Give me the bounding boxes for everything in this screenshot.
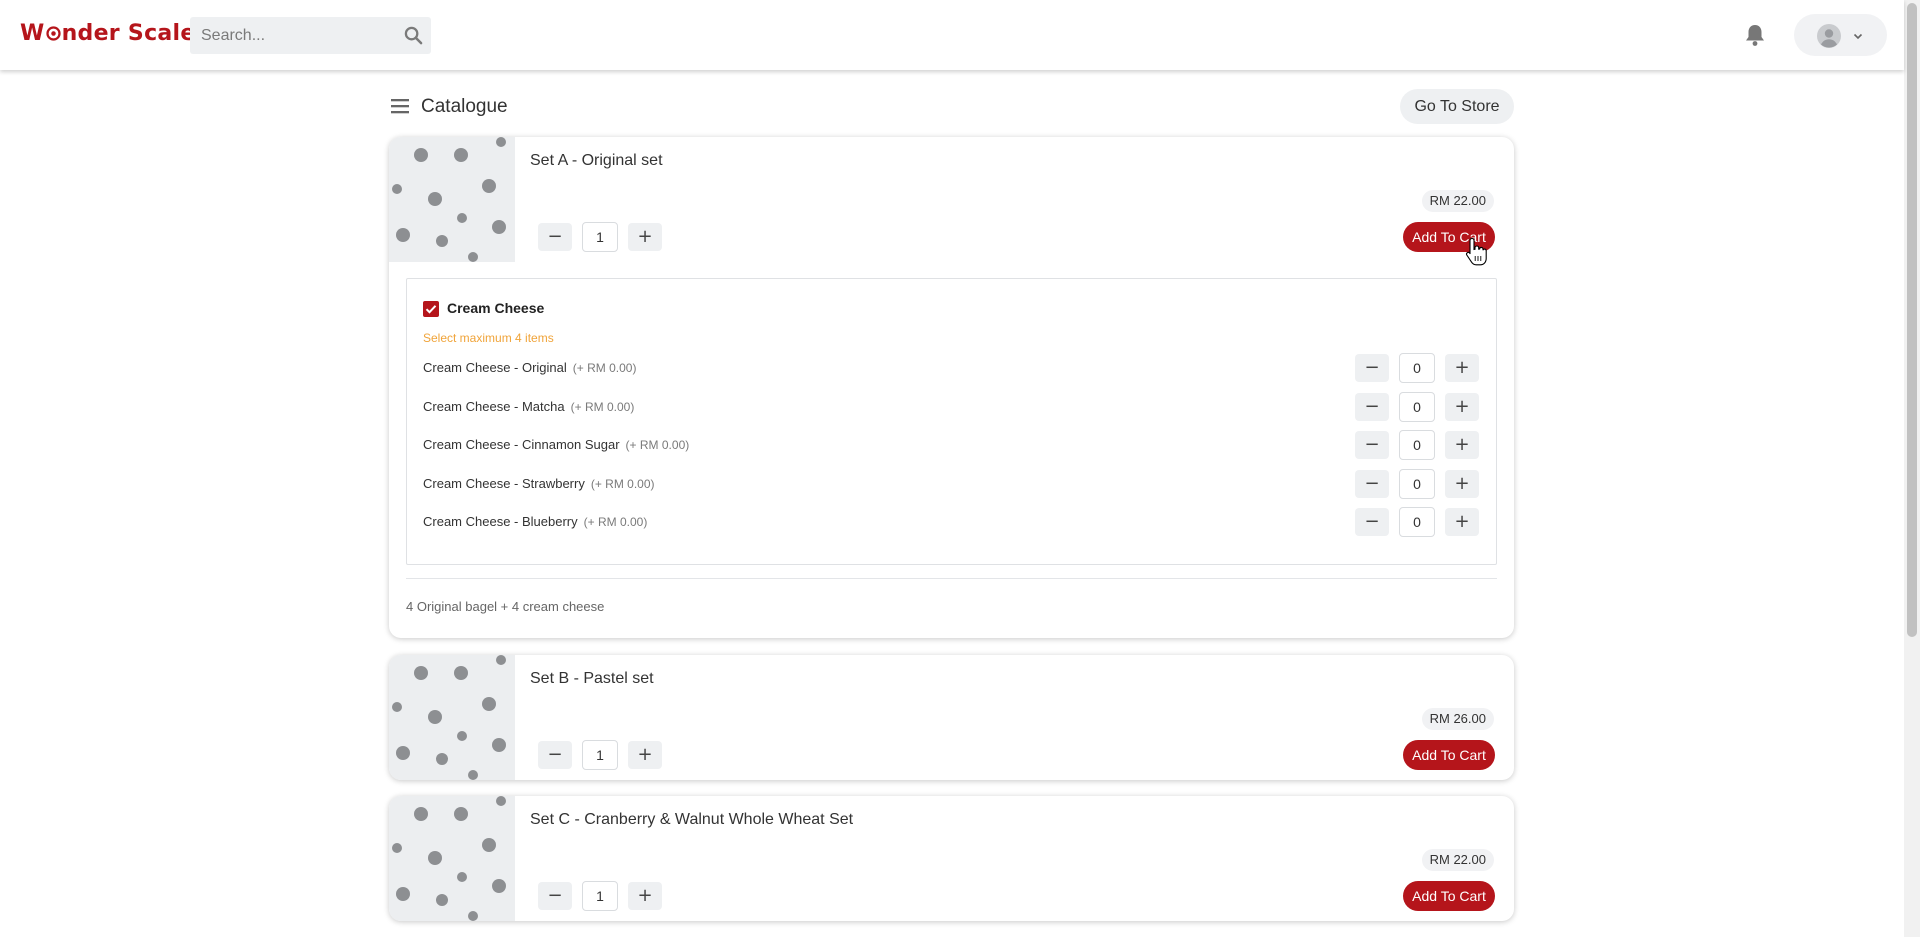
product-image-placeholder [389,796,515,921]
option-name: Cream Cheese - Blueberry [423,514,578,529]
option-quantity-value[interactable]: 0 [1399,353,1435,383]
minus-icon[interactable]: − [1355,354,1389,382]
product-image-placeholder [389,655,515,780]
option-row: Cream Cheese - Strawberry (+ RM 0.00) − 0… [407,469,1496,499]
option-name: Cream Cheese - Original [423,360,567,375]
quantity-value[interactable]: 1 [582,222,618,252]
plus-icon[interactable]: + [628,882,662,910]
option-quantity-value[interactable]: 0 [1399,430,1435,460]
minus-icon[interactable]: − [1355,470,1389,498]
option-row: Cream Cheese - Blueberry (+ RM 0.00) − 0 … [407,507,1496,537]
hand-pointer-cursor [1466,237,1487,266]
option-name: Cream Cheese - Matcha [423,399,565,414]
product-image-placeholder [389,137,515,262]
checkbox-checked-icon[interactable] [423,301,439,317]
minus-icon[interactable]: − [1355,393,1389,421]
option-price: (+ RM 0.00) [570,400,635,414]
go-to-store-button[interactable]: Go To Store [1400,89,1514,124]
product-card-set-b: Set B - Pastel set RM 26.00 − 1 + Add To… [389,655,1514,780]
minus-icon[interactable]: − [1355,508,1389,536]
plus-icon[interactable]: + [1445,393,1479,421]
plus-icon[interactable]: + [1445,431,1479,459]
hamburger-menu-icon[interactable] [391,98,409,114]
option-price: (+ RM 0.00) [590,477,655,491]
plus-icon[interactable]: + [628,223,662,251]
search-icon[interactable] [404,26,423,45]
divider [406,578,1497,579]
user-menu-button[interactable] [1794,14,1887,56]
bell-icon[interactable] [1744,23,1766,47]
scrollbar-thumb[interactable] [1907,3,1917,637]
option-price: (+ RM 0.00) [625,438,690,452]
option-price: (+ RM 0.00) [572,361,637,375]
plus-icon[interactable]: + [1445,508,1479,536]
add-to-cart-button[interactable]: Add To Cart [1403,740,1495,770]
product-price-badge: RM 22.00 [1421,849,1494,871]
product-name: Set A - Original set [530,152,663,169]
option-hint: Select maximum 4 items [423,331,554,345]
minus-icon[interactable]: − [538,882,572,910]
plus-icon[interactable]: + [628,741,662,769]
option-row: Cream Cheese - Cinnamon Sugar (+ RM 0.00)… [407,430,1496,460]
quantity-value[interactable]: 1 [582,740,618,770]
option-group-title: Cream Cheese [447,300,545,316]
option-row: Cream Cheese - Matcha (+ RM 0.00) − 0 + [407,392,1496,422]
option-quantity-value[interactable]: 0 [1399,392,1435,422]
product-price-badge: RM 26.00 [1421,708,1494,730]
minus-icon[interactable]: − [538,741,572,769]
option-quantity-value[interactable]: 0 [1399,507,1435,537]
minus-icon[interactable]: − [1355,431,1389,459]
brand-logo[interactable]: Wnder Scale [20,21,196,46]
add-to-cart-button[interactable]: Add To Cart [1403,881,1495,911]
options-panel: Cream Cheese Select maximum 4 items Crea… [406,278,1497,565]
top-navbar: Wnder Scale [0,0,1904,70]
option-name: Cream Cheese - Strawberry [423,476,585,491]
option-name: Cream Cheese - Cinnamon Sugar [423,437,620,452]
quantity-value[interactable]: 1 [582,881,618,911]
product-card-set-c: Set C - Cranberry & Walnut Whole Wheat S… [389,796,1514,921]
option-price: (+ RM 0.00) [583,515,648,529]
product-price-badge: RM 22.00 [1421,190,1494,212]
option-row: Cream Cheese - Original (+ RM 0.00) − 0 + [407,353,1496,383]
product-card-set-a: Set A - Original set RM 22.00 − 1 + Add … [389,137,1514,638]
user-avatar-icon [1817,24,1841,48]
page-title: Catalogue [421,96,508,117]
plus-icon[interactable]: + [1445,470,1479,498]
plus-icon[interactable]: + [1445,354,1479,382]
product-description: 4 Original bagel + 4 cream cheese [406,599,605,614]
search-input[interactable] [190,17,390,54]
minus-icon[interactable]: − [538,223,572,251]
search-box[interactable] [190,17,431,54]
chevron-down-icon [1853,33,1863,40]
product-name: Set B - Pastel set [530,670,654,687]
option-quantity-value[interactable]: 0 [1399,469,1435,499]
product-name: Set C - Cranberry & Walnut Whole Wheat S… [530,811,854,828]
